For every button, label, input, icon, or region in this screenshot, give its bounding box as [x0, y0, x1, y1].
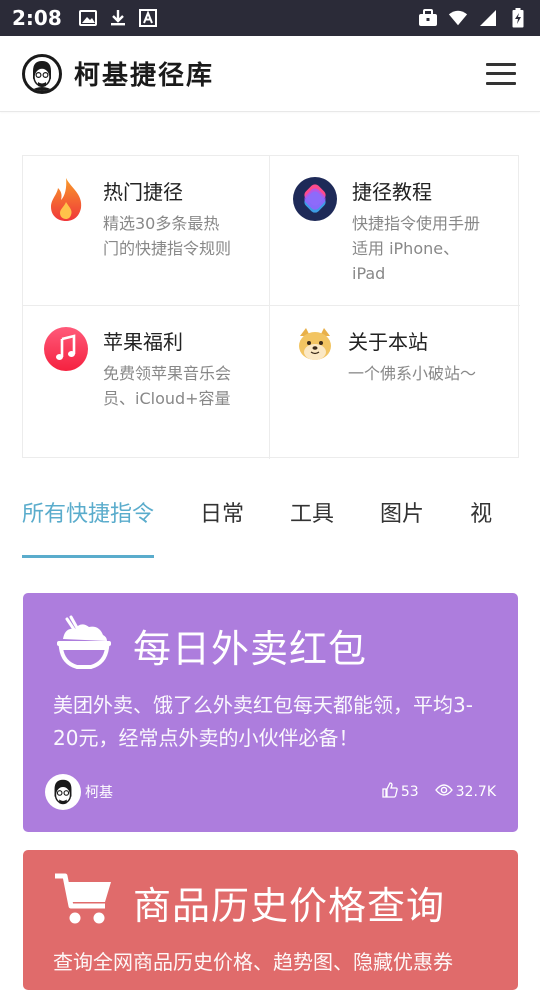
tab-video[interactable]: 视: [470, 492, 492, 558]
card-desc: 查询全网商品历史价格、趋势图、隐藏优惠券: [23, 932, 518, 979]
feature-title: 热门捷径: [103, 180, 183, 204]
feature-desc-line: 一个佛系小破站〜: [348, 364, 477, 383]
logo-avatar[interactable]: [22, 53, 62, 94]
feature-desc-line: 员、iCloud+容量: [103, 389, 231, 408]
battery-icon: [508, 8, 528, 28]
feature-desc: 免费领苹果音乐会 员、iCloud+容量: [103, 361, 231, 411]
download-icon: [108, 8, 128, 28]
card-desc-line: 美团外卖、饿了么外卖红包每天都能领，平均3-: [53, 693, 473, 717]
feature-desc-line: 门的快捷指令规则: [103, 239, 232, 258]
doge-icon: [296, 326, 334, 372]
briefcase-icon: [418, 8, 438, 28]
tab-tools[interactable]: 工具: [290, 492, 334, 558]
feature-apple-benefits[interactable]: 苹果福利 免费领苹果音乐会 员、iCloud+容量: [23, 306, 270, 459]
tab-all-shortcuts[interactable]: 所有快捷指令: [22, 492, 155, 558]
card-desc-line: 20元，经常点外卖的小伙伴必备！: [53, 726, 359, 750]
signal-icon: [478, 8, 498, 28]
card-desc: 美团外卖、饿了么外卖红包每天都能领，平均3- 20元，经常点外卖的小伙伴必备！: [23, 675, 518, 755]
author-name[interactable]: 柯基: [85, 782, 113, 802]
eye-icon: [434, 783, 453, 801]
site-title: 柯基捷径库: [74, 61, 215, 91]
shortcut-card-takeout[interactable]: 每日外卖红包 美团外卖、饿了么外卖红包每天都能领，平均3- 20元，经常点外卖的…: [23, 593, 518, 832]
shopping-cart-icon: [53, 872, 115, 932]
view-count-value: 32.7K: [455, 784, 496, 800]
like-count-value: 53: [400, 784, 419, 800]
feature-desc: 精选30多条最热 门的快捷指令规则: [103, 211, 231, 261]
author-avatar[interactable]: [45, 774, 81, 810]
status-time: 2:08: [12, 6, 62, 30]
tab-daily[interactable]: 日常: [200, 492, 244, 558]
thumbs-up-icon: [382, 782, 398, 802]
font-icon: [138, 8, 158, 28]
fire-icon: [43, 176, 89, 222]
feature-hot-shortcuts[interactable]: 热门捷径 精选30多条最热 门的快捷指令规则: [23, 156, 270, 306]
feature-about[interactable]: 关于本站 一个佛系小破站〜: [270, 306, 520, 459]
feature-desc: 一个佛系小破站〜: [348, 361, 476, 386]
feature-desc-line: 适用 iPhone、: [352, 239, 460, 258]
feature-desc-line: iPad: [352, 264, 386, 283]
shortcuts-icon: [292, 176, 338, 222]
card-title: 商品历史价格查询: [133, 883, 446, 928]
feature-desc-line: 快捷指令使用手册: [352, 214, 481, 233]
feature-title: 捷径教程: [352, 180, 432, 204]
like-count[interactable]: 53: [382, 782, 419, 802]
view-count: 32.7K: [434, 783, 496, 801]
card-title: 每日外卖红包: [133, 626, 368, 671]
feature-desc: 快捷指令使用手册 适用 iPhone、 iPad: [352, 211, 480, 286]
image-icon: [78, 8, 98, 28]
category-tabs: 所有快捷指令 日常 工具 图片 视: [22, 492, 540, 562]
feature-title: 苹果福利: [103, 330, 183, 354]
feature-desc-line: 免费领苹果音乐会: [103, 364, 232, 383]
feature-title: 关于本站: [348, 330, 428, 354]
wifi-icon: [448, 8, 468, 28]
tab-images[interactable]: 图片: [380, 492, 424, 558]
feature-grid: 热门捷径 精选30多条最热 门的快捷指令规则 捷径教程 快捷指令使用手册 适用 …: [22, 155, 520, 459]
feature-tutorial[interactable]: 捷径教程 快捷指令使用手册 适用 iPhone、 iPad: [270, 156, 520, 306]
app-header: 柯基捷径库: [0, 36, 540, 112]
card-footer: 柯基 53 32.7K: [45, 774, 496, 810]
hamburger-menu-icon[interactable]: [484, 60, 518, 88]
music-icon: [43, 326, 89, 372]
rice-bowl-icon: [53, 615, 115, 675]
feature-desc-line: 精选30多条最热: [103, 214, 220, 233]
card-desc-line: 查询全网商品历史价格、趋势图、隐藏优惠券: [53, 950, 453, 974]
status-bar: 2:08: [0, 0, 540, 36]
shortcut-card-price-history[interactable]: 商品历史价格查询 查询全网商品历史价格、趋势图、隐藏优惠券: [23, 850, 518, 990]
